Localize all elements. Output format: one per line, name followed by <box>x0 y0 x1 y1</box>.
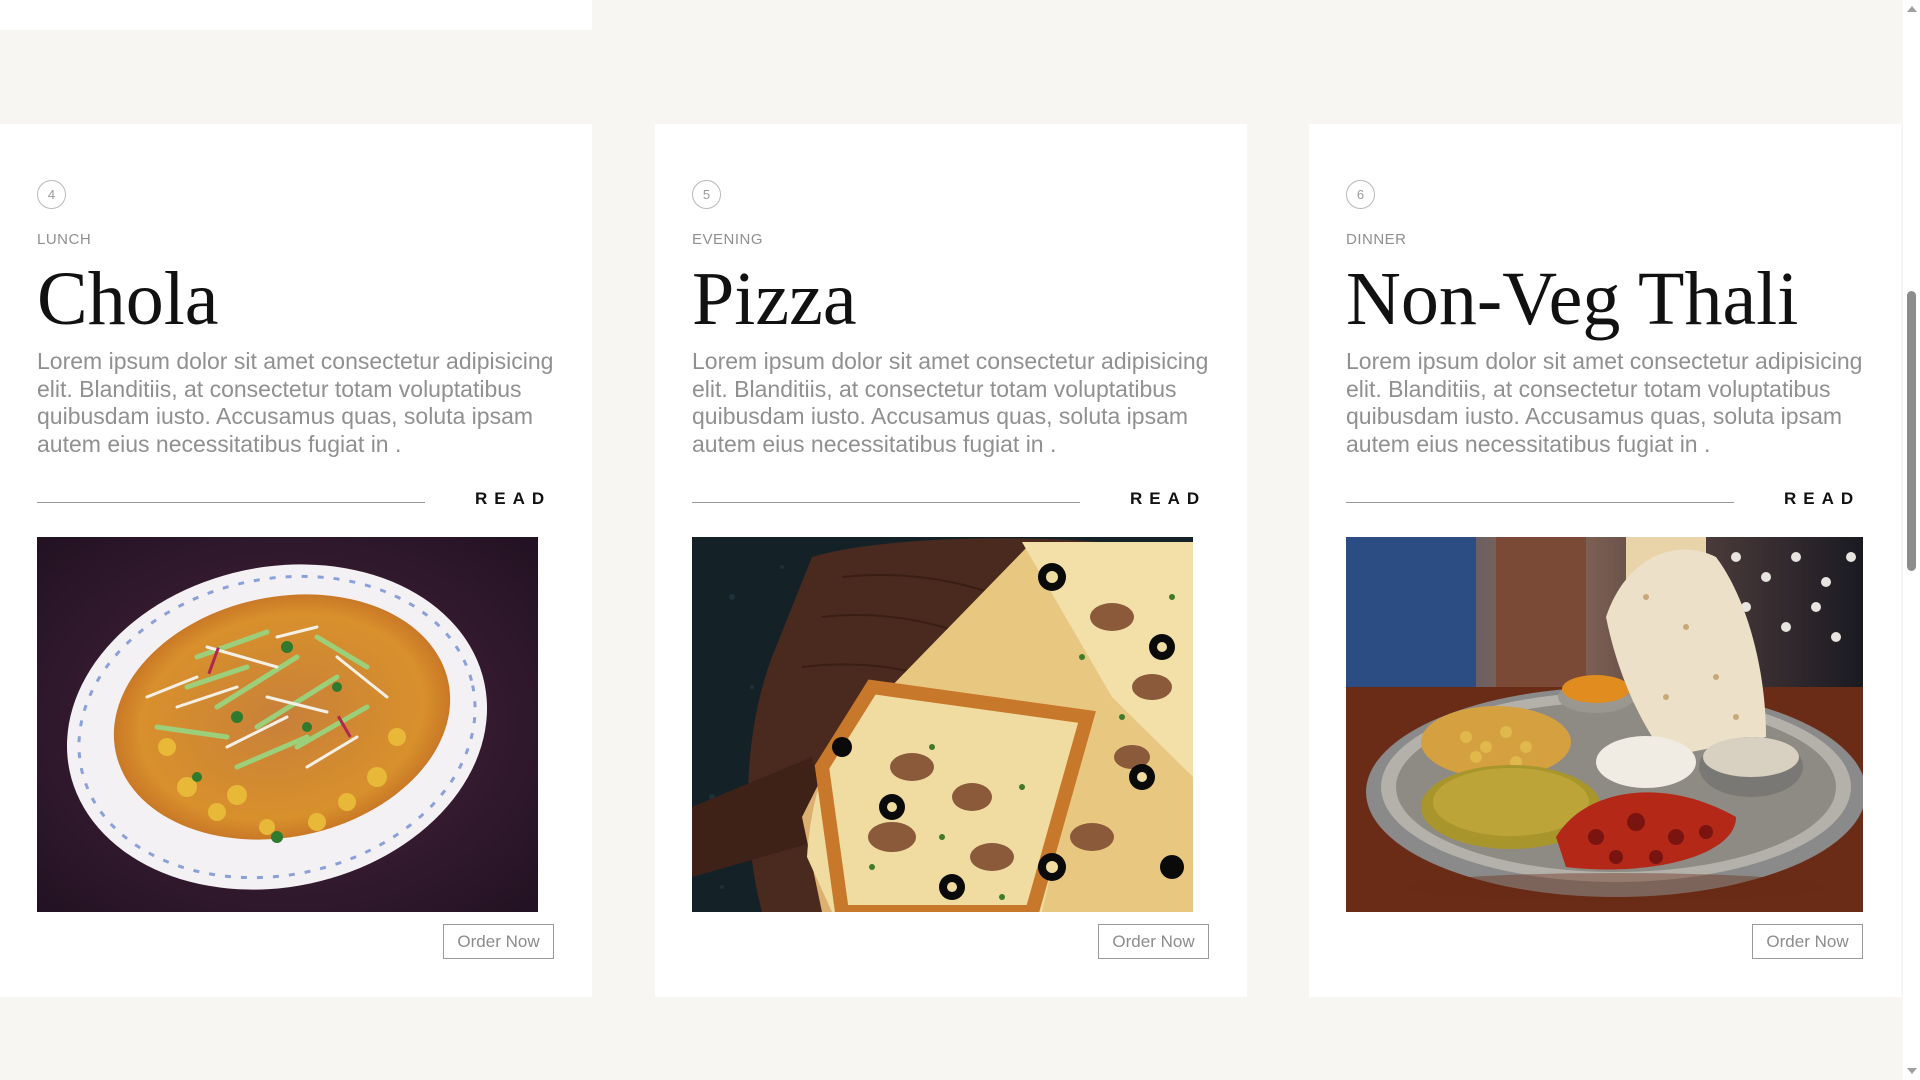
meal-type-label: EVENING <box>692 231 764 248</box>
dish-description: Lorem ipsum dolor sit amet consectetur a… <box>37 348 554 457</box>
chola-image <box>37 537 538 912</box>
meal-type-label: LUNCH <box>37 231 92 248</box>
order-now-button[interactable]: Order Now <box>443 924 554 959</box>
menu-card-chola: 4 LUNCH Chola Lorem ipsum dolor sit amet… <box>0 124 592 997</box>
card-number-badge: 6 <box>1346 180 1375 209</box>
order-now-button[interactable]: Order Now <box>1752 924 1863 959</box>
read-link[interactable]: READ <box>1130 489 1206 509</box>
vertical-scrollbar[interactable] <box>1903 0 1920 1080</box>
meal-type-label: DINNER <box>1346 231 1407 248</box>
menu-card-non-veg-thali: 6 DINNER Non-Veg Thali Lorem ipsum dolor… <box>1309 124 1901 997</box>
thali-image <box>1346 537 1863 912</box>
dish-title: Chola <box>37 257 219 341</box>
read-link[interactable]: READ <box>1784 489 1860 509</box>
pizza-image <box>692 537 1193 912</box>
divider-line <box>37 502 425 503</box>
menu-card-pizza: 5 EVENING Pizza Lorem ipsum dolor sit am… <box>655 124 1247 997</box>
scroll-thumb[interactable] <box>1907 291 1916 571</box>
card-number-badge: 5 <box>692 180 721 209</box>
dish-title: Non-Veg Thali <box>1346 257 1799 341</box>
card-number-badge: 4 <box>37 180 66 209</box>
previous-card-bottom <box>0 0 592 30</box>
dish-title: Pizza <box>692 257 857 341</box>
divider-line <box>1346 502 1734 503</box>
arrow-up-icon[interactable] <box>1907 6 1917 12</box>
dish-description: Lorem ipsum dolor sit amet consectetur a… <box>1346 348 1863 457</box>
dish-description: Lorem ipsum dolor sit amet consectetur a… <box>692 348 1209 457</box>
divider-line <box>692 502 1080 503</box>
read-link[interactable]: READ <box>475 489 551 509</box>
order-now-button[interactable]: Order Now <box>1098 924 1209 959</box>
arrow-down-icon[interactable] <box>1907 1068 1917 1074</box>
